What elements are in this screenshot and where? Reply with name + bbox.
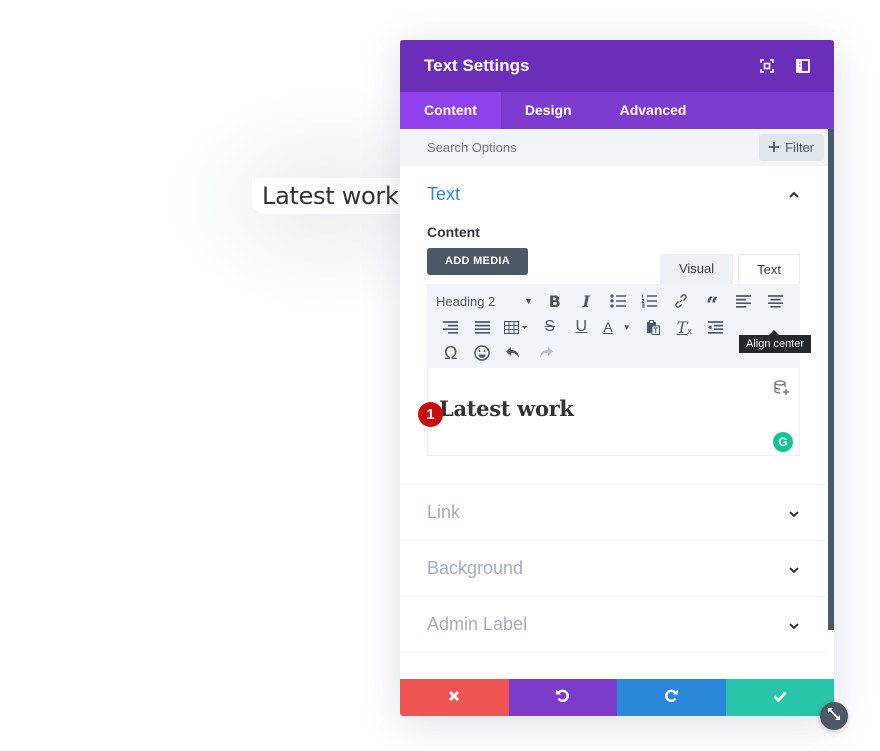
rich-text-editor[interactable]: Latest work G: [427, 368, 800, 456]
page-heading-preview[interactable]: Latest work: [252, 178, 412, 214]
text-color-icon[interactable]: A ▼: [597, 314, 637, 340]
filter-button[interactable]: Filter: [759, 134, 824, 161]
content-field-label: Content: [427, 224, 480, 240]
underline-icon[interactable]: U: [566, 314, 598, 340]
section-background-title: Background: [427, 558, 524, 578]
redo-button[interactable]: [617, 679, 726, 716]
outdent-icon[interactable]: [700, 314, 732, 340]
undo-button[interactable]: [508, 679, 617, 716]
paste-as-text-icon[interactable]: [637, 314, 669, 340]
justify-icon[interactable]: [467, 314, 499, 340]
bold-icon[interactable]: B: [539, 288, 571, 314]
format-select[interactable]: Heading 2 ▼: [435, 294, 539, 309]
save-icon: [773, 689, 787, 707]
text-tab[interactable]: Text: [738, 254, 800, 284]
align-right-icon[interactable]: [435, 314, 467, 340]
numbered-list-icon[interactable]: [634, 288, 666, 314]
modal-footer: [400, 679, 834, 716]
section-link[interactable]: Link: [400, 484, 826, 540]
chevron-down-icon: [788, 507, 800, 519]
special-character-icon[interactable]: Ω: [435, 340, 467, 366]
section-text: Text Content ADD MEDIA Visual Text Headi…: [400, 166, 834, 456]
search-bar: Filter: [400, 129, 834, 166]
save-button[interactable]: [725, 679, 834, 716]
editor-mode-tabs: Visual Text: [659, 254, 800, 284]
modal-title: Text Settings: [424, 56, 530, 75]
tab-advanced[interactable]: Advanced: [596, 92, 711, 129]
add-media-button[interactable]: ADD MEDIA: [427, 248, 529, 275]
undo-icon: [555, 688, 570, 708]
blockquote-icon[interactable]: “: [697, 288, 729, 317]
chevron-down-icon: [788, 563, 800, 575]
plus-icon: [769, 140, 780, 155]
grammarly-icon[interactable]: G: [773, 432, 793, 452]
split-view-icon[interactable]: [796, 59, 810, 73]
align-left-icon[interactable]: [728, 288, 760, 314]
italic-icon[interactable]: I: [571, 288, 603, 314]
strikethrough-icon[interactable]: S: [534, 314, 566, 340]
fullscreen-icon[interactable]: [760, 59, 774, 73]
align-center-icon[interactable]: [760, 288, 792, 314]
scrollbar[interactable]: [828, 129, 834, 630]
table-icon[interactable]: [498, 314, 534, 340]
section-text-toggle[interactable]: Text: [427, 166, 800, 222]
chevron-down-icon: [788, 619, 800, 631]
tab-content[interactable]: Content: [400, 92, 501, 129]
search-options-input[interactable]: [427, 140, 760, 155]
resize-handle[interactable]: [820, 702, 848, 730]
section-admin-label[interactable]: Admin Label: [400, 596, 826, 652]
undo-edit-icon[interactable]: [498, 340, 530, 366]
section-text-title: Text: [427, 183, 461, 204]
step-marker-badge: 1: [418, 402, 443, 427]
redo-icon: [664, 688, 679, 708]
align-center-tooltip: Align center: [739, 330, 812, 353]
bullet-list-icon[interactable]: [602, 288, 634, 314]
format-select-value: Heading 2: [436, 293, 496, 309]
text-settings-modal: Text Settings Content Design Advanced Fi…: [400, 40, 834, 716]
clear-formatting-icon[interactable]: Tx: [669, 314, 701, 340]
tab-design[interactable]: Design: [501, 92, 596, 129]
modal-header: Text Settings: [400, 40, 834, 92]
visual-tab[interactable]: Visual: [659, 254, 734, 284]
chevron-up-icon: [788, 188, 800, 200]
section-divider: [400, 652, 826, 680]
filter-label: Filter: [785, 140, 814, 155]
cancel-button[interactable]: [400, 679, 509, 716]
modal-tabs: Content Design Advanced: [400, 92, 834, 129]
section-admin-label-title: Admin Label: [427, 614, 528, 634]
caret-down-icon: ▼: [524, 296, 533, 306]
editor-heading-content[interactable]: Latest work: [439, 396, 574, 421]
editor-top-bar: ADD MEDIA Visual Text: [427, 248, 800, 284]
dynamic-content-icon[interactable]: [774, 380, 790, 401]
redo-edit-icon[interactable]: [530, 340, 562, 366]
editor-toolbar: Heading 2 ▼ B I “ S U A ▼ T x Ω Align ce…: [427, 284, 812, 368]
cancel-icon: [448, 689, 460, 707]
link-icon[interactable]: [665, 288, 697, 314]
emoji-icon[interactable]: [467, 340, 499, 366]
section-background[interactable]: Background: [400, 540, 826, 596]
resize-icon: [826, 706, 842, 727]
section-link-title: Link: [427, 502, 461, 522]
toolbar-row-1: Heading 2 ▼ B I “: [427, 288, 800, 317]
